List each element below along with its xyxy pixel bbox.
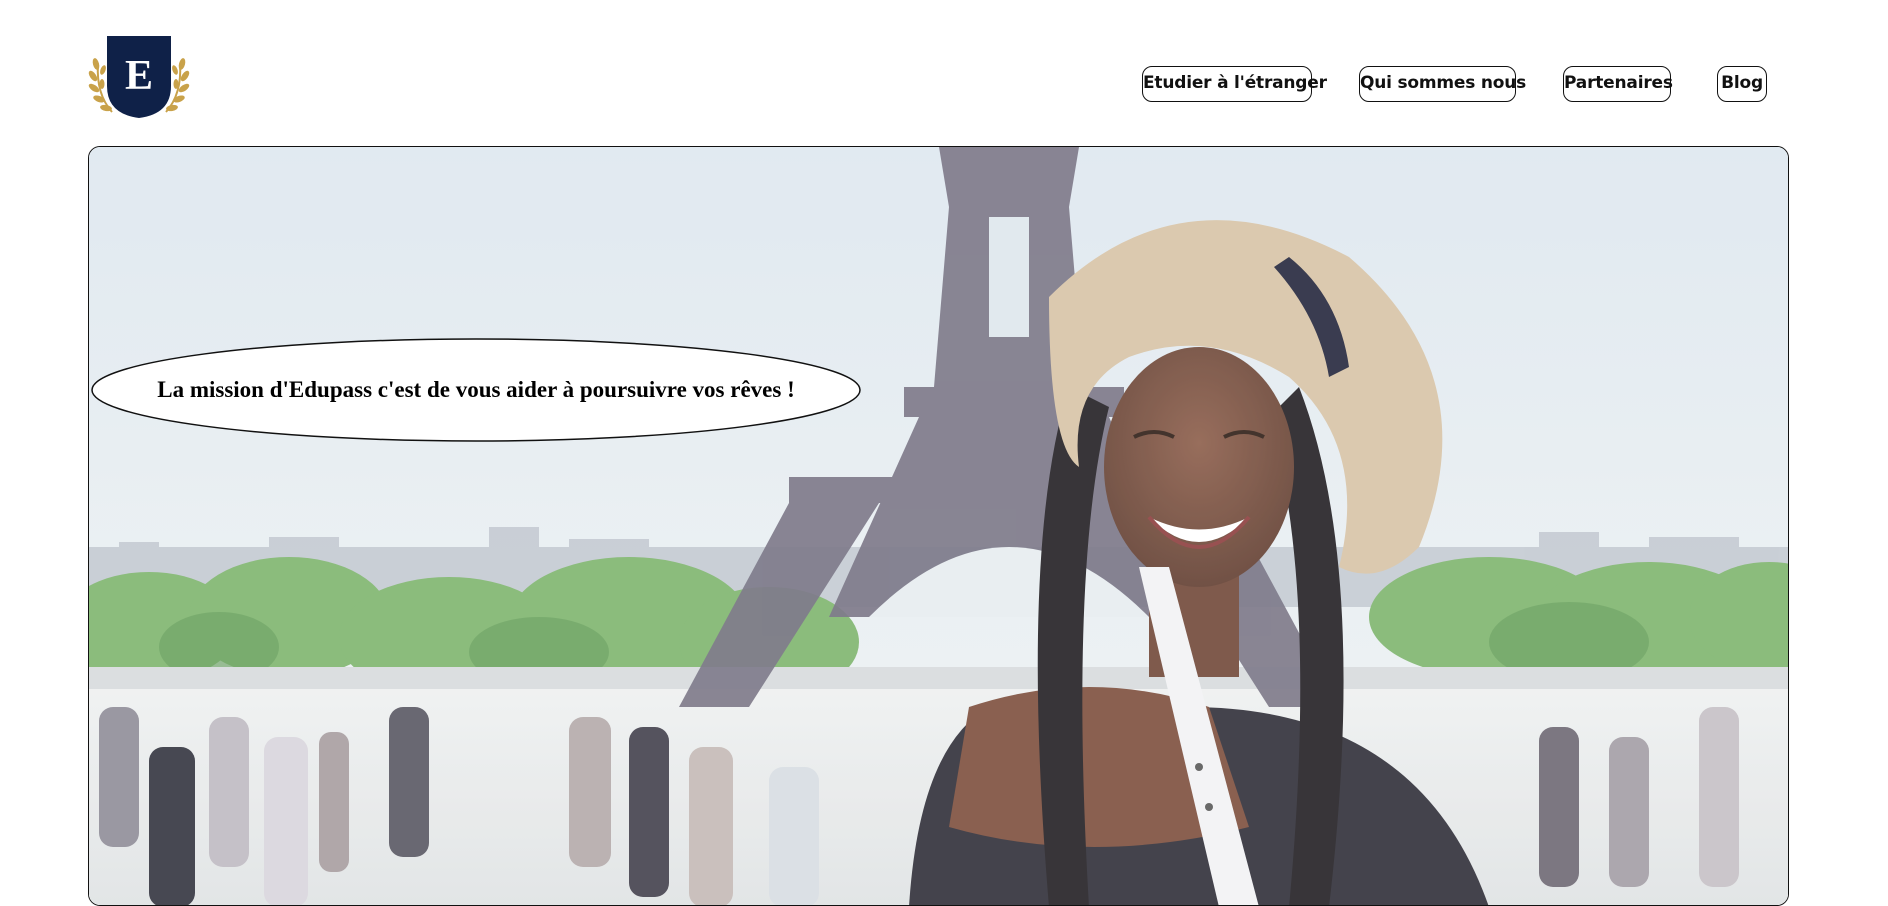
nav-partners-button[interactable]: Partenaires [1563, 66, 1673, 102]
hero-banner: La mission d'Edupass c'est de vous aider… [88, 146, 1789, 906]
site-header: E Etudier à l'étranger Qui sommes nous P… [0, 0, 1888, 146]
mission-bubble: La mission d'Edupass c'est de vous aider… [90, 337, 862, 443]
mission-text: La mission d'Edupass c'est de vous aider… [157, 377, 795, 402]
nav-study-abroad-button[interactable]: Etudier à l'étranger [1142, 66, 1327, 102]
main-nav: Etudier à l'étranger Qui sommes nous Par… [0, 66, 1888, 104]
nav-about-us-button[interactable]: Qui sommes nous [1359, 66, 1526, 102]
nav-blog-button[interactable]: Blog [1717, 66, 1767, 102]
hero-photo [89, 147, 1788, 905]
